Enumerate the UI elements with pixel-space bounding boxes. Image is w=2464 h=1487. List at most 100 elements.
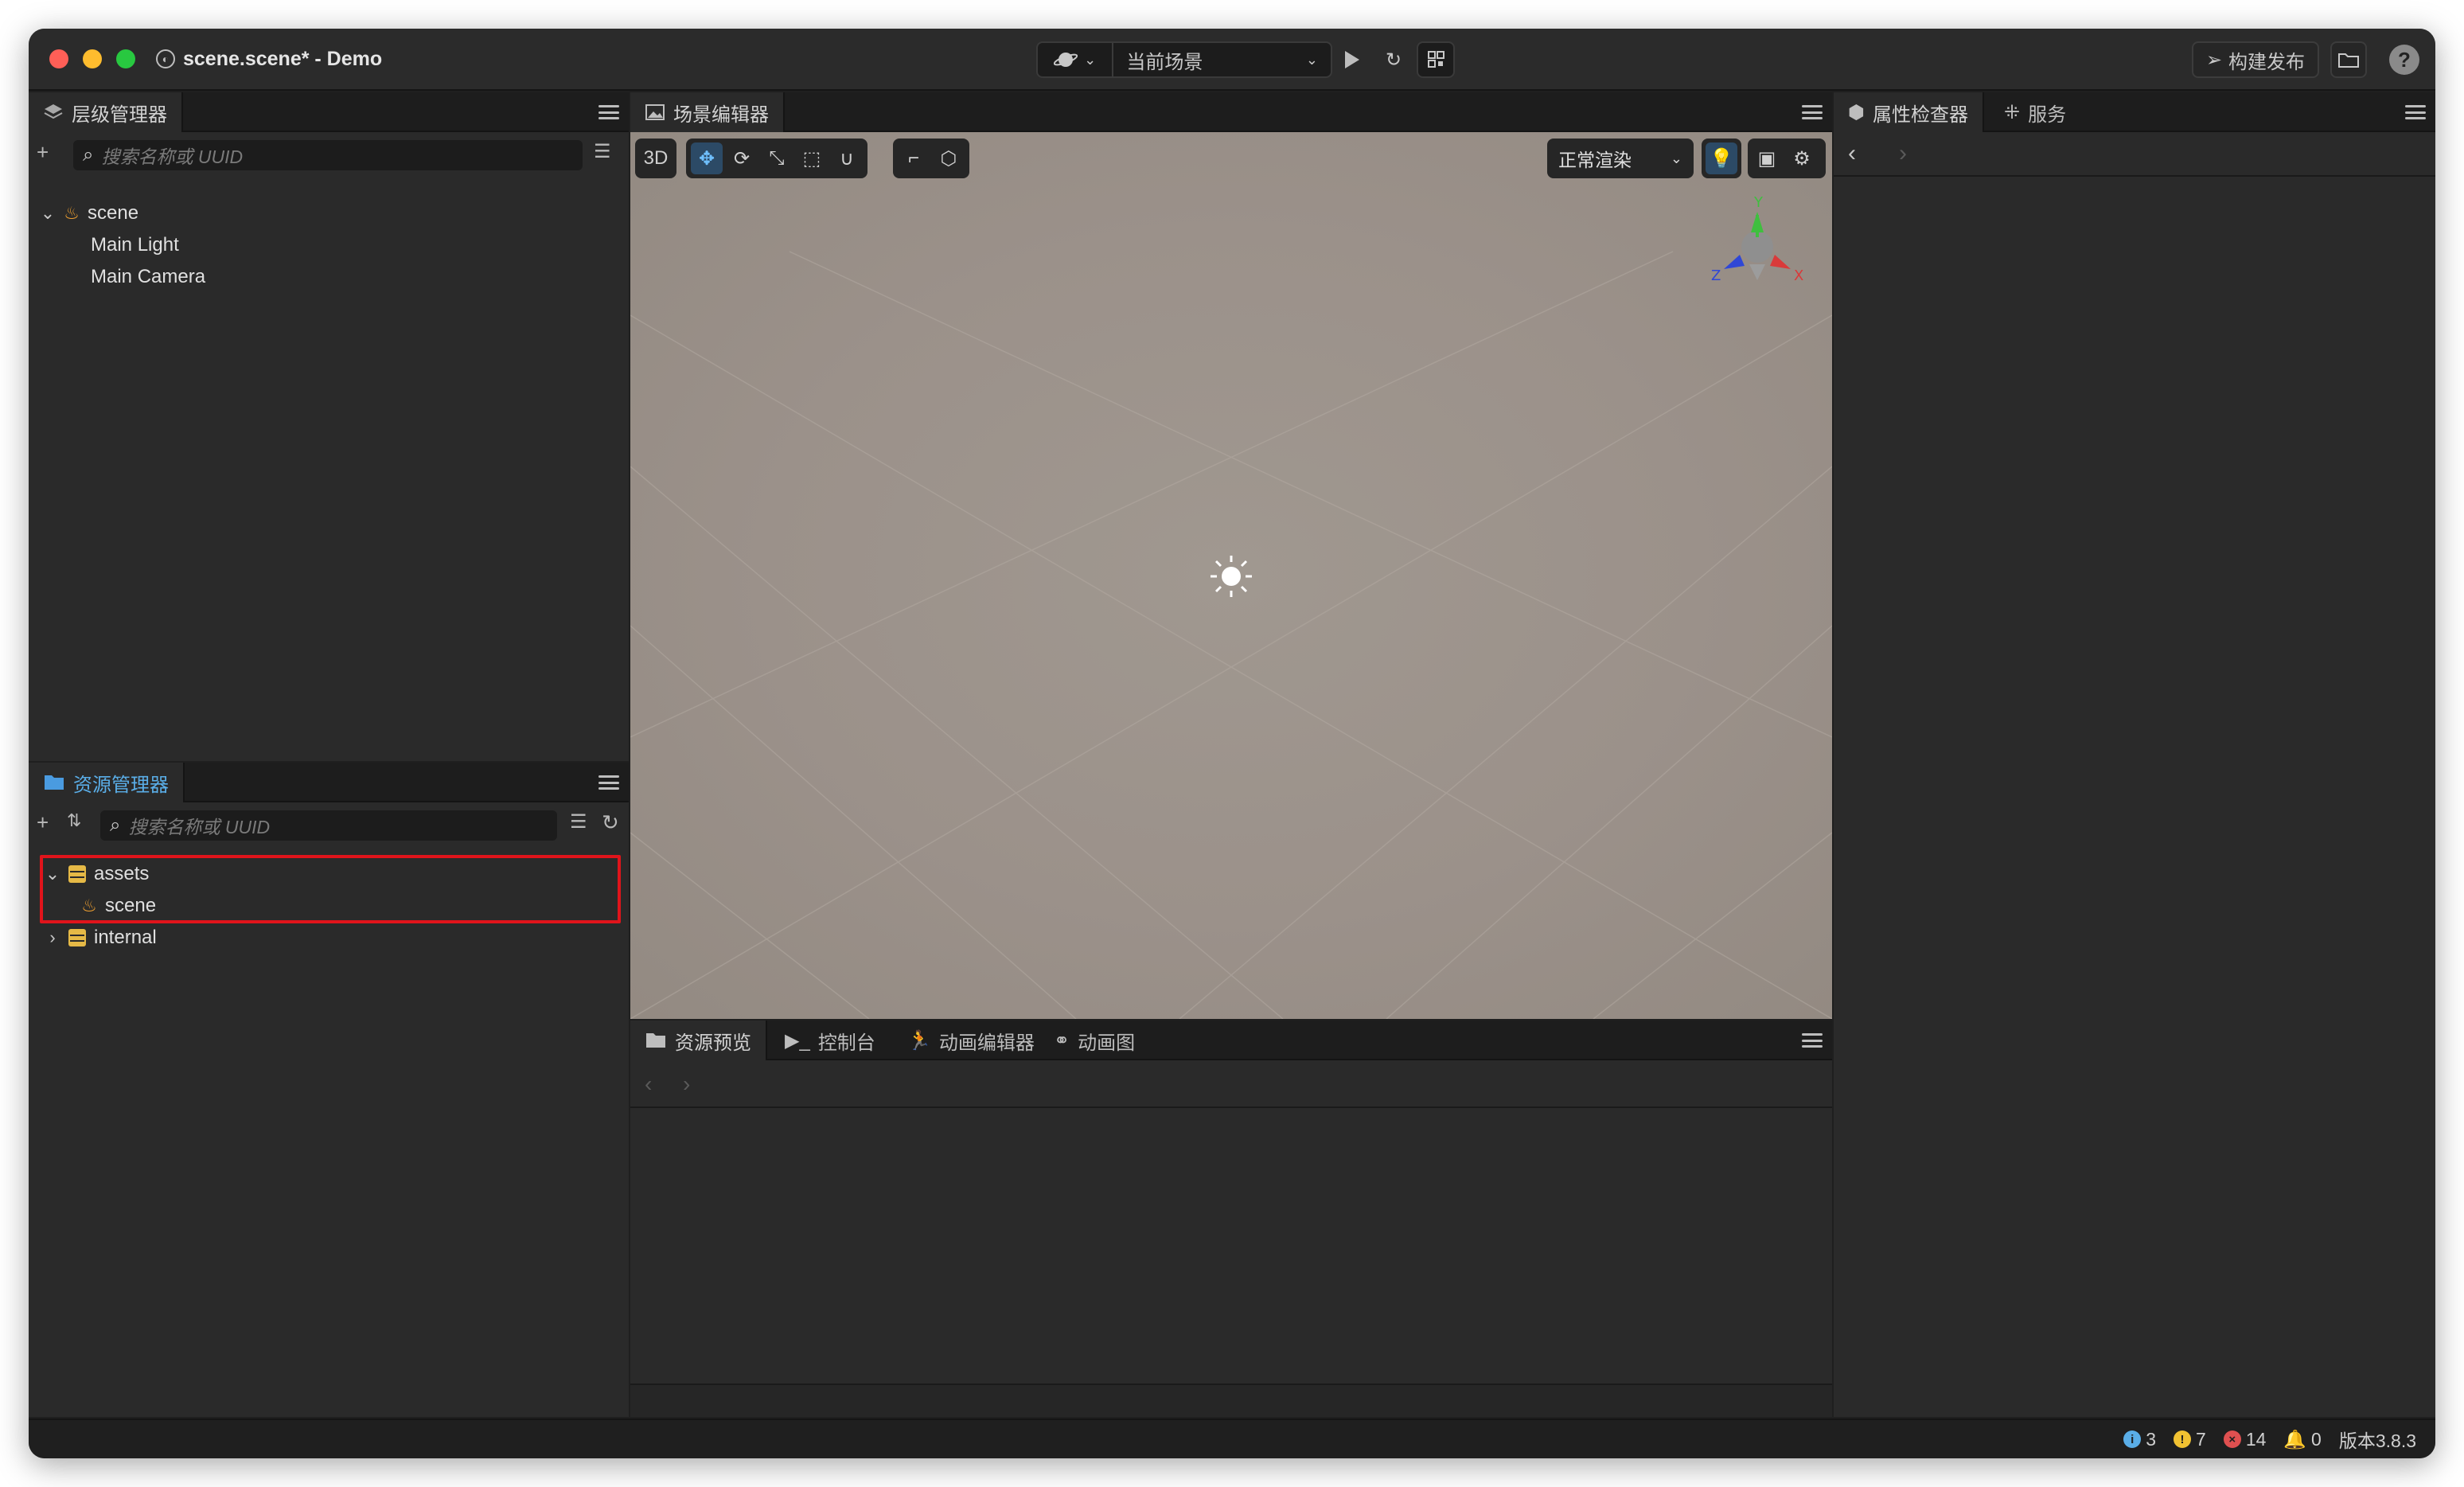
error-count[interactable]: × 14 [2223,1428,2267,1450]
render-mode-select[interactable]: 正常渲染 ⌄ [1547,139,1694,178]
version-text: 版本3.8.3 [2338,1430,2416,1451]
error-count-value: 14 [2245,1428,2267,1450]
scene-toolbar-group: ⌄ 当前场景 ⌄ [1036,41,1332,78]
rotate-tool-icon[interactable]: ⟳ [726,142,758,174]
sort-list-icon[interactable]: ☰ [594,140,611,163]
inspector-panel: ⬢ 属性检查器 ⁜ 服务 ‹ › [1834,92,2435,1417]
refresh-icon[interactable]: ↻ [602,810,619,835]
tab-scene-editor[interactable]: 场景编辑器 [630,92,785,132]
refresh-icon: ↻ [1385,49,1402,71]
hierarchy-menu-icon[interactable] [598,102,619,123]
close-window-button[interactable] [49,49,68,68]
tree-row-main-light[interactable]: Main Light [91,229,179,261]
toggle-3d-button[interactable]: 3D [640,142,672,174]
image-icon [645,104,665,120]
transform-toolbar: ✥ ⟳ ⤡ ⬚ ∪ [686,139,867,178]
zoom-window-button[interactable] [116,49,135,68]
add-asset-icon[interactable]: + [37,810,49,835]
back-arrow-icon[interactable]: ‹ [1848,140,1856,167]
tree-row-main-camera[interactable]: Main Camera [91,261,205,293]
hierarchy-search-input[interactable]: ⌕ 搜索名称或 UUID [73,140,583,170]
minimize-window-button[interactable] [83,49,102,68]
lighting-toggle: 💡 [1702,139,1741,178]
forward-arrow-icon[interactable]: › [1899,140,1907,167]
tab-asset-preview[interactable]: 资源预览 [630,1021,767,1060]
build-publish-button[interactable]: ➢ 构建发布 [2192,41,2319,78]
help-button[interactable]: ? [2389,45,2419,75]
database-icon [68,865,86,883]
tab-services-label: 服务 [2028,103,2067,126]
move-tool-icon[interactable]: ✥ [691,142,723,174]
asset-row-scene[interactable]: ♨ scene [81,890,156,922]
local-global-icon[interactable]: ⬡ [933,142,965,174]
back-arrow-icon[interactable]: ‹ [645,1071,652,1097]
light-bulb-icon[interactable]: 💡 [1706,142,1737,174]
grid-icon: ⁜ [2004,101,2021,123]
scale-tool-icon[interactable]: ⤡ [761,142,793,174]
platform-dropdown[interactable]: ⌄ [1038,43,1112,76]
graph-icon: ⚭ [1054,1029,1070,1052]
sort-icon[interactable]: ⇅ [67,810,81,831]
pivot-toolbar: ⌐ ⬡ [893,139,969,178]
version-label[interactable]: 版本3.8.3 [2339,1426,2416,1453]
chevron-right-icon[interactable]: › [45,927,60,948]
preview-qr-button[interactable] [1417,41,1455,78]
error-icon: × [2223,1430,2241,1448]
tree-row-label: Main Light [91,234,179,256]
scene-select[interactable]: 当前场景 ⌄ [1113,43,1331,76]
document-icon: ◐ [156,49,175,68]
assets-header: 资源管理器 [29,763,629,802]
tab-animation-editor[interactable]: 🏃 动画编辑器 [893,1021,1049,1060]
tab-console[interactable]: ▶_ 控制台 [770,1021,890,1060]
add-node-icon[interactable]: + [37,140,49,165]
view-mode-toolbar: 3D [635,139,676,178]
tab-services[interactable]: ⁜ 服务 [1990,92,2080,132]
scene-viewport[interactable]: 3D ✥ ⟳ ⤡ ⬚ ∪ ⌐ ⬡ 正常渲染 ⌄ 💡 ▣ ⚙ Y X Z [630,132,1832,1019]
gear-icon[interactable]: ⚙ [1786,142,1818,174]
tab-inspector[interactable]: ⬢ 属性检查器 [1834,92,1984,132]
asset-row-internal[interactable]: › internal [45,922,157,954]
render-mode-label: 正常渲染 [1558,150,1632,170]
asset-row-label: internal [94,927,157,948]
gizmo-y-label: Y [1753,194,1764,211]
tab-hierarchy[interactable]: 层级管理器 [29,92,183,132]
play-icon [1345,51,1359,68]
refresh-button[interactable]: ↻ [1374,43,1413,76]
snap-tool-icon[interactable]: ∪ [831,142,863,174]
hierarchy-panel: 层级管理器 + ⌕ 搜索名称或 UUID ☰ ⌄ ♨ scene Main Li… [29,92,629,761]
assets-menu-icon[interactable] [598,772,619,793]
qr-icon [1428,51,1444,68]
rect-tool-icon[interactable]: ⬚ [796,142,828,174]
editor-window: ◐ scene.scene* - Demo ⌄ 当前场景 ⌄ ↻ ➢ 构建发布 … [29,29,2435,1458]
info-count[interactable]: i 3 [2123,1429,2156,1450]
notification-count[interactable]: 🔔 0 [2283,1429,2321,1450]
open-folder-button[interactable] [2330,41,2367,78]
assets-search-input[interactable]: ⌕ 搜索名称或 UUID [100,810,557,841]
camera-icon[interactable]: ▣ [1751,142,1783,174]
planet-icon [1054,53,1078,67]
sun-icon[interactable] [1207,552,1255,600]
forward-arrow-icon[interactable]: › [683,1071,690,1097]
warning-count[interactable]: ! 7 [2174,1429,2206,1450]
pivot-icon[interactable]: ⌐ [898,142,930,174]
axis-gizmo[interactable]: Y X Z [1708,191,1811,295]
inspector-menu-icon[interactable] [2405,102,2426,123]
send-icon: ➢ [2205,49,2223,71]
scene-editor-menu-icon[interactable] [1802,102,1823,123]
tree-row-scene[interactable]: ⌄ ♨ scene [40,197,138,229]
asset-row-assets[interactable]: ⌄ assets [45,858,150,890]
asset-row-label: scene [105,895,157,916]
tab-assets[interactable]: 资源管理器 [29,763,185,802]
asset-row-label: assets [94,863,150,884]
inspector-header: ⬢ 属性检查器 ⁜ 服务 [1834,92,2435,132]
hierarchy-search-placeholder: 搜索名称或 UUID [101,146,244,167]
tab-assets-label: 资源管理器 [73,774,169,796]
chevron-down-icon[interactable]: ⌄ [45,864,60,884]
chevron-down-icon: ⌄ [1305,51,1318,68]
bottom-panel-menu-icon[interactable] [1802,1030,1823,1051]
filter-list-icon[interactable]: ☰ [570,810,587,833]
play-button[interactable] [1332,43,1372,76]
scene-editor-header: 场景编辑器 [630,92,1832,132]
chevron-down-icon[interactable]: ⌄ [40,203,56,224]
tab-animation-graph[interactable]: ⚭ 动画图 [1039,1021,1149,1060]
